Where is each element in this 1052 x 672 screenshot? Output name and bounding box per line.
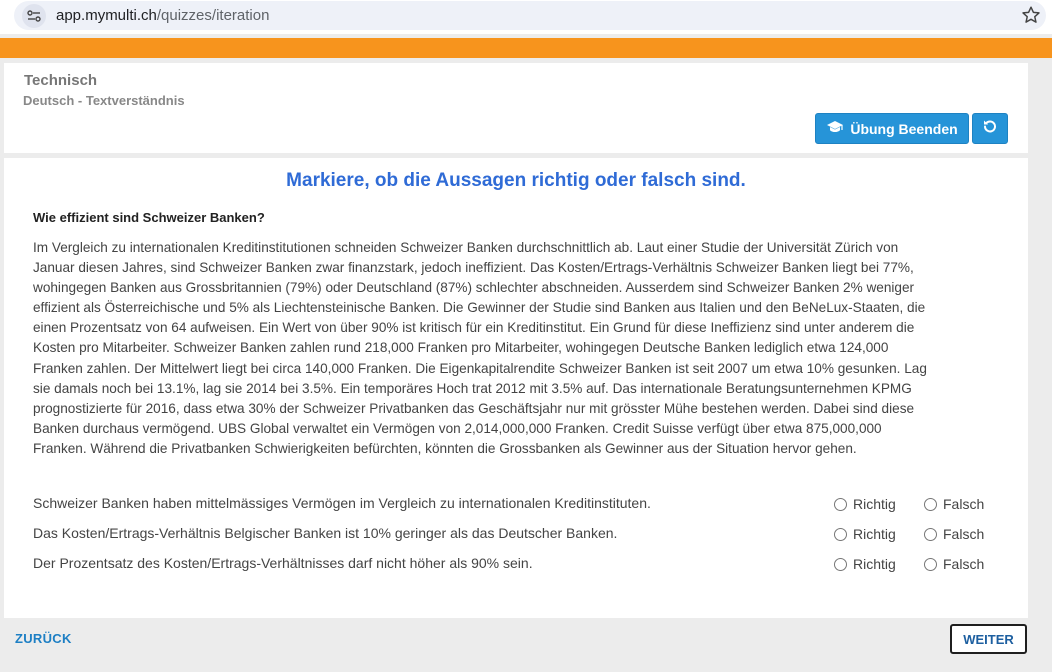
reset-icon [983,119,997,138]
statement-2-richtig-option[interactable]: Richtig [834,524,896,544]
passage-line: prognostizierte für 2016, dass etwa 30% … [33,400,915,416]
passage-line: Banken durchaus vermögend. UBS Global ve… [33,420,882,436]
option-label: Falsch [943,526,985,542]
site-settings-icon[interactable] [22,4,46,28]
statement-text: Das Kosten/Ertrags-Verhältnis Belgischer… [33,525,618,541]
accent-bar [0,38,1052,58]
subcategory-title: Deutsch - Textverständnis [23,93,185,108]
radio-button[interactable] [924,527,937,541]
radio-button[interactable] [834,527,847,541]
question-title: Wie effizient sind Schweizer Banken? [33,210,265,225]
option-label: Falsch [943,556,985,572]
quiz-header: Technisch Deutsch - Textverständnis Übun… [4,63,1028,153]
next-button[interactable]: WEITER [950,624,1027,654]
radio-button[interactable] [834,557,847,571]
option-label: Richtig [853,526,896,542]
quiz-card: Markiere, ob die Aussagen richtig oder f… [4,158,1028,618]
back-link[interactable]: ZURÜCK [15,631,72,646]
radio-button[interactable] [924,497,937,511]
radio-button[interactable] [924,557,937,571]
address-bar[interactable]: app.mymulti.ch/quizzes/iteration [14,1,1046,30]
option-label: Richtig [853,556,896,572]
reading-passage: Im Vergleich zu internationalen Kreditin… [33,238,957,459]
passage-line: Im Vergleich zu internationalen Kreditin… [33,240,899,255]
passage-line: Januar diesen Jahres, sind Schweizer Ban… [33,260,914,276]
option-label: Richtig [853,496,896,512]
statement-text: Schweizer Banken haben mittelmässiges Ve… [33,495,651,511]
quiz-instruction: Markiere, ob die Aussagen richtig oder f… [286,170,746,191]
url-path: /quizzes/iteration [156,7,270,24]
end-exercise-label: Übung Beenden [850,120,958,137]
statement-3-falsch-option[interactable]: Falsch [924,554,984,574]
passage-line: effizient als Österreichische und 5% als… [33,300,926,316]
next-button-label: WEITER [963,631,1014,647]
passage-line: Franken zahlen. Der Mittelwert liegt bei… [33,360,927,376]
statement-text: Der Prozentsatz des Kosten/Ertrags-Verhä… [33,555,533,571]
statement-1-falsch-option[interactable]: Falsch [924,494,984,514]
statement-row: Schweizer Banken haben mittelmässiges Ve… [33,494,1013,514]
url-host: app.mymulti.ch [56,7,157,24]
passage-line: Kosten pro Mitarbeiter. Schweizer Banken… [33,340,889,356]
statement-row: Der Prozentsatz des Kosten/Ertrags-Verhä… [33,554,1013,574]
radio-button[interactable] [834,497,847,511]
passage-line: Franken. Während die Privatbanken Schwie… [33,440,857,456]
star-icon[interactable] [1020,4,1042,26]
passage-line: wohingegen Banken aus Grossbritannien (7… [33,280,915,296]
passage-line: sie damals noch bei 13.1%, lag sie 2014 … [33,380,912,396]
option-label: Falsch [943,496,985,512]
statement-3-richtig-option[interactable]: Richtig [834,554,896,574]
category-title: Technisch [24,72,98,89]
browser-toolbar: app.mymulti.ch/quizzes/iteration [0,0,1052,34]
statement-2-falsch-option[interactable]: Falsch [924,524,984,544]
reset-button[interactable] [972,113,1008,144]
passage-line: einen Prozentsatz von 64 aufweisen. Ein … [33,320,915,336]
graduation-cap-icon [826,120,844,137]
end-exercise-button[interactable]: Übung Beenden [815,113,969,144]
statement-1-richtig-option[interactable]: Richtig [834,494,896,514]
statement-row: Das Kosten/Ertrags-Verhältnis Belgischer… [33,524,1013,544]
url-text: app.mymulti.ch/quizzes/iteration [56,7,269,24]
